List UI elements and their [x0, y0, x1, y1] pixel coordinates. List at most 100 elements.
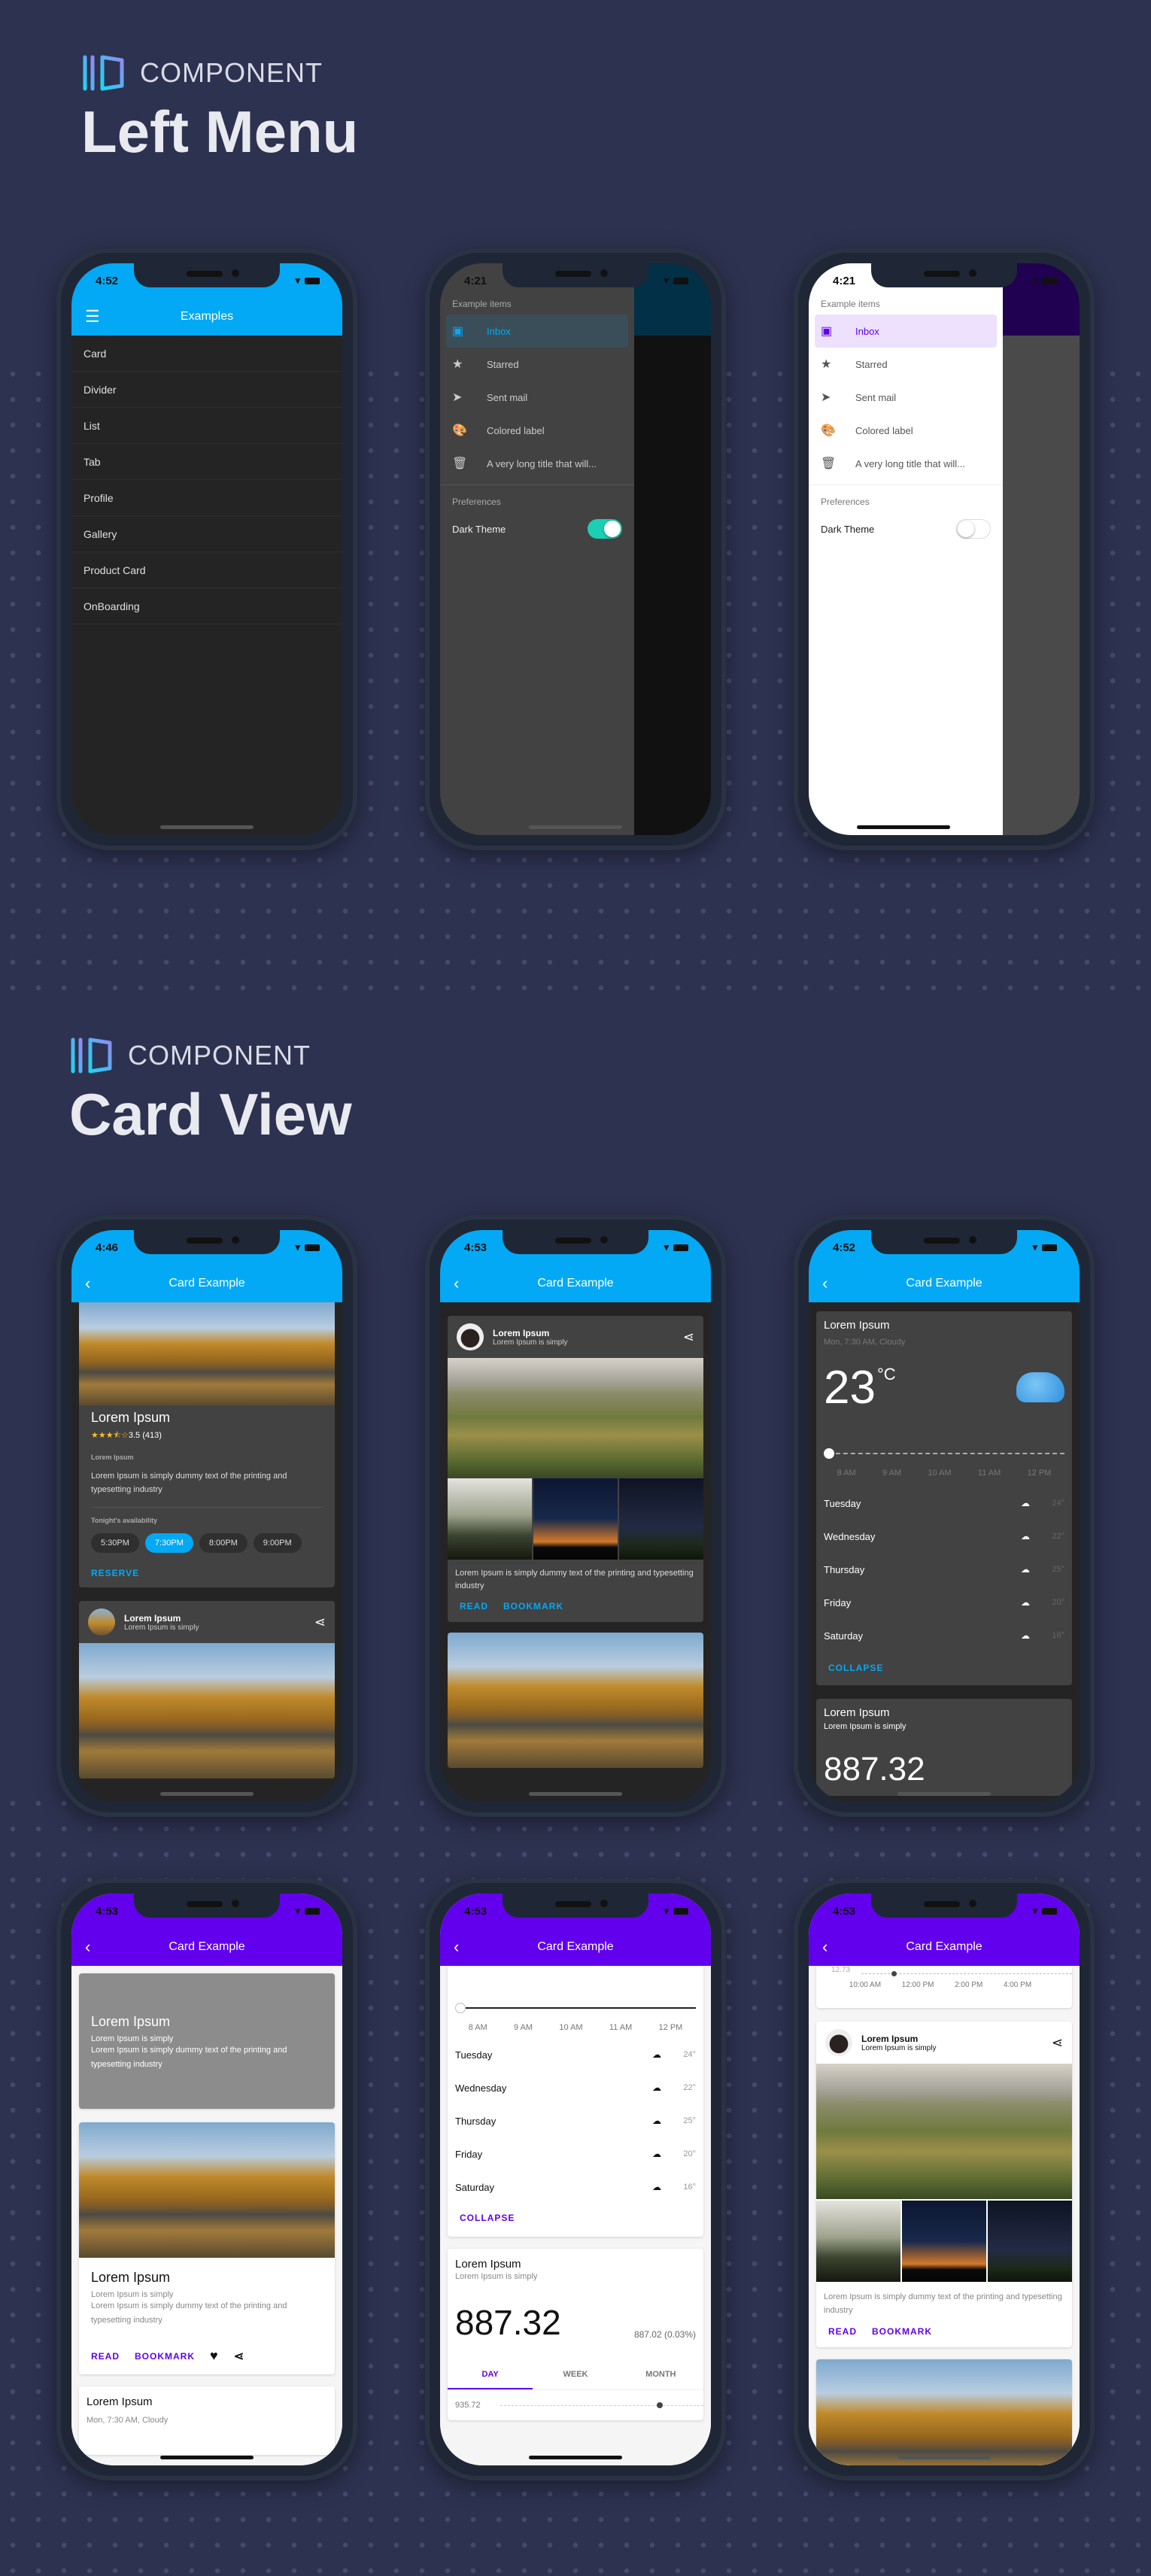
- heart-icon[interactable]: ♥: [210, 2348, 219, 2364]
- bookmark-button[interactable]: BOOKMARK: [135, 2351, 195, 2362]
- card-title: Lorem Ipsum: [824, 1319, 890, 1332]
- status-time: 4:21: [464, 274, 487, 287]
- notch: [134, 263, 280, 287]
- forecast-day: Tuesday: [455, 2049, 493, 2061]
- card-body: Lorem Ipsum is simply dummy text of the …: [91, 2046, 287, 2069]
- drawer-item-sent-mail[interactable]: ➤ Sent mail: [446, 381, 628, 414]
- status-time: 4:53: [464, 1904, 487, 1918]
- back-arrow-icon[interactable]: ‹: [454, 1275, 459, 1292]
- dark-theme-toggle[interactable]: [956, 519, 991, 539]
- time-chip[interactable]: 8:00PM: [199, 1533, 248, 1554]
- forecast-temp: 24°: [1052, 1499, 1064, 1508]
- trash-icon: 🗑: [821, 457, 837, 470]
- temperature: 23: [824, 1362, 876, 1414]
- drawer-section-label: Example items: [821, 299, 880, 309]
- forecast-row: Friday ☁ 20°: [448, 2137, 703, 2170]
- card-title: Lorem Ipsum: [124, 1612, 181, 1624]
- tab-month[interactable]: MONTH: [618, 2359, 703, 2389]
- drawer-item-long-title[interactable]: 🗑 A very long title that will...: [446, 447, 628, 480]
- card-subtitle: Lorem Ipsum is simply: [124, 1623, 199, 1632]
- forecast-day: Saturday: [824, 1630, 864, 1642]
- drawer-item-long-title[interactable]: 🗑 A very long title that will...: [815, 447, 997, 480]
- read-button[interactable]: READ: [91, 2351, 120, 2362]
- hour-slider[interactable]: [824, 1446, 1064, 1461]
- share-icon[interactable]: ⋖: [683, 1329, 694, 1345]
- stock-card: Lorem Ipsum Lorem Ipsum is simply 887.32: [816, 1699, 1072, 1796]
- back-arrow-icon[interactable]: ‹: [454, 1939, 459, 1955]
- menu-item-onboarding[interactable]: OnBoarding: [71, 588, 342, 624]
- card-title: Lorem Ipsum: [91, 2014, 171, 2029]
- menu-item-product-card[interactable]: Product Card: [71, 552, 342, 588]
- stars-thumbnail: [988, 2201, 1072, 2282]
- time-chip[interactable]: 5:30PM: [91, 1533, 139, 1554]
- trash-icon: 🗑: [452, 457, 468, 470]
- drawer-item-starred[interactable]: ★ Starred: [446, 348, 628, 381]
- wifi-icon: ▾: [1032, 1241, 1037, 1253]
- menu-item-card[interactable]: Card: [71, 336, 342, 372]
- media-card: Lorem Ipsum Lorem Ipsum is simply ⋖: [79, 1601, 335, 1779]
- status-time: 4:52: [96, 274, 119, 287]
- wifi-icon: ▾: [295, 1905, 300, 1916]
- reserve-button[interactable]: RESERVE: [91, 1553, 323, 1587]
- share-icon[interactable]: ⋖: [1052, 2035, 1063, 2051]
- read-button[interactable]: READ: [460, 1601, 488, 1612]
- forecast-day: Tuesday: [824, 1497, 861, 1509]
- menu-item-profile[interactable]: Profile: [71, 480, 342, 516]
- chart-x-label: 4:00 PM: [1003, 1981, 1032, 1989]
- drawer-item-inbox[interactable]: ▣ Inbox: [446, 314, 628, 348]
- valley-image: [448, 1358, 703, 1477]
- cloud-icon: ☁: [1021, 1564, 1030, 1575]
- drawer-item-colored-label[interactable]: 🎨 Colored label: [815, 414, 997, 447]
- cloud-icon: ☁: [652, 2182, 661, 2192]
- back-arrow-icon[interactable]: ‹: [85, 1939, 90, 1955]
- back-arrow-icon[interactable]: ‹: [822, 1939, 828, 1955]
- menu-item-list[interactable]: List: [71, 408, 342, 444]
- forecast-day: Saturday: [455, 2181, 495, 2193]
- menu-item-tab[interactable]: Tab: [71, 444, 342, 480]
- time-chip-selected[interactable]: 7:30PM: [144, 1533, 193, 1554]
- stars-thumbnail: [619, 1478, 703, 1560]
- preferences-label: Preferences: [821, 497, 870, 507]
- status-time: 4:52: [833, 1241, 856, 1254]
- bookmark-button[interactable]: BOOKMARK: [503, 1601, 563, 1612]
- drawer-item-sent-mail[interactable]: ➤ Sent mail: [815, 381, 997, 414]
- back-arrow-icon[interactable]: ‹: [822, 1275, 828, 1292]
- card-title: Lorem Ipsum: [861, 2033, 919, 2044]
- hour-slider[interactable]: [455, 2000, 696, 2016]
- drawer-item-colored-label[interactable]: 🎨 Colored label: [446, 414, 628, 447]
- home-indicator: [529, 825, 622, 829]
- forecast-day: Friday: [824, 1596, 852, 1608]
- phone-card-light-media: 4:53 ▾ ‹ Card Example Lorem Ipsum Lorem Ip…: [56, 1879, 357, 2480]
- menu-item-gallery[interactable]: Gallery: [71, 516, 342, 552]
- time-chip[interactable]: 9:00PM: [253, 1533, 302, 1554]
- weather-card: 8 AM 9 AM 10 AM 11 AM 12 PM Tuesday ☁ 24° Wedn…: [448, 1966, 703, 2237]
- forecast-temp: 22°: [683, 2083, 696, 2092]
- hamburger-menu-icon[interactable]: ☰: [85, 308, 100, 325]
- hour-label: 9 AM: [514, 2023, 533, 2032]
- collapse-button[interactable]: COLLAPSE: [448, 2204, 703, 2237]
- cloud-icon: ☁: [1021, 1597, 1030, 1608]
- tab-week[interactable]: WEEK: [533, 2359, 618, 2389]
- back-arrow-icon[interactable]: ‹: [85, 1275, 90, 1292]
- lake-image: [79, 1643, 335, 1779]
- overlay-card: Lorem Ipsum Lorem Ipsum is simply Lorem …: [79, 1973, 335, 2109]
- collapse-button[interactable]: COLLAPSE: [816, 1652, 1072, 1685]
- navigation-drawer: Example items ▣ Inbox ★ Starred ➤ Sent mail…: [440, 263, 634, 835]
- forecast-temp: 16°: [1052, 1631, 1064, 1640]
- card-subtitle: Lorem Ipsum is simply: [91, 2034, 174, 2043]
- app-bar-title: Card Example: [537, 1940, 614, 1953]
- forecast-day: Wednesday: [824, 1530, 876, 1542]
- read-button[interactable]: READ: [828, 2326, 857, 2337]
- drawer-item-starred[interactable]: ★ Starred: [815, 348, 997, 381]
- share-icon[interactable]: ⋖: [314, 1615, 326, 1630]
- preferences-label: Preferences: [452, 497, 501, 507]
- section-kicker: COMPONENT: [128, 1040, 311, 1071]
- tab-day[interactable]: DAY: [448, 2359, 533, 2389]
- bookmark-button[interactable]: BOOKMARK: [872, 2326, 932, 2337]
- dark-theme-toggle[interactable]: [588, 519, 622, 539]
- menu-item-divider[interactable]: Divider: [71, 372, 342, 408]
- drawer-item-inbox[interactable]: ▣ Inbox: [815, 314, 997, 348]
- navigation-drawer: Example items ▣ Inbox ★ Starred ➤ Sent mail…: [809, 263, 1003, 835]
- share-icon[interactable]: ⋖: [234, 2349, 244, 2364]
- drawer-section-label: Example items: [452, 299, 512, 309]
